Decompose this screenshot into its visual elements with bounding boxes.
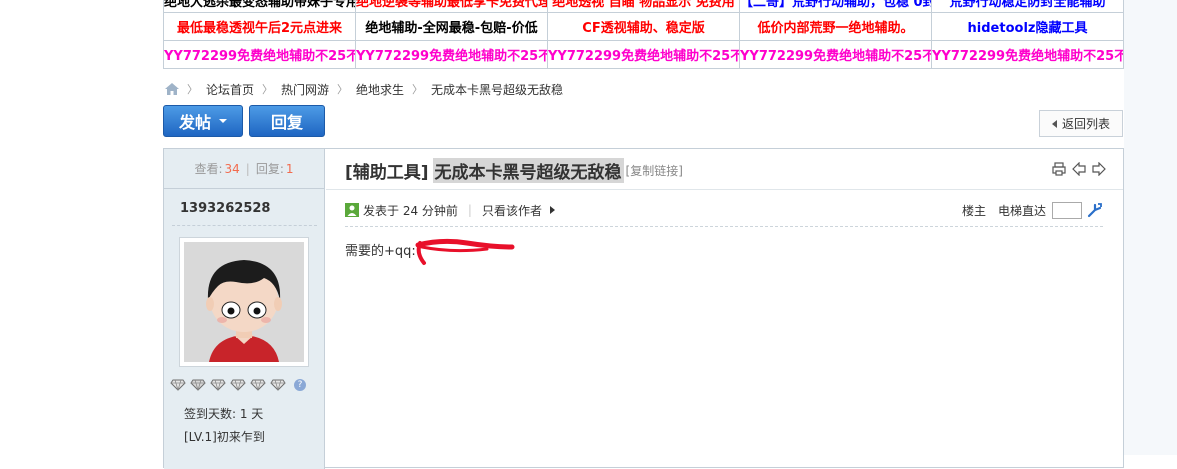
medal-row: ? [170, 379, 306, 391]
author-online-icon [345, 203, 359, 217]
views-count: 34 [224, 161, 240, 176]
ad-row: YY772299免费绝地辅助不25不封 YY772299免费绝地辅助不25不封 YY… [163, 40, 1124, 69]
redaction-scribble [415, 238, 515, 265]
avatar-image [184, 242, 304, 362]
author-sidebar: 查看: 34 | 回复: 1 1393262528 ? 签到天数: 1 天 [L… [164, 149, 325, 469]
thread-category[interactable]: [辅助工具] [345, 158, 429, 183]
replies-label: 回复: [255, 162, 284, 176]
copy-link-button[interactable]: [复制链接] [626, 162, 683, 179]
sidebar-divider [172, 225, 317, 226]
diamond-badge-icon[interactable] [190, 379, 206, 391]
title-divider [326, 189, 1123, 190]
breadcrumb-separator: 〉 [262, 83, 274, 96]
title-tools [1046, 162, 1106, 176]
previous-thread-icon[interactable] [1072, 162, 1086, 176]
diamond-badge-icon[interactable] [170, 379, 186, 391]
breadcrumb-separator: 〉 [337, 83, 349, 96]
ad-row: 最低最稳透视午后2元点进来 绝地辅助-全网最稳-包赔-价低 CF透视辅助、稳定版 低价… [163, 12, 1124, 41]
meta-divider: | [467, 203, 472, 217]
floor-tools: 楼主 电梯直达 [962, 200, 1103, 220]
ad-link[interactable]: YY772299免费绝地辅助不25不封 [547, 40, 740, 69]
breadcrumb: 〉 论坛首页 〉 热门网游 〉 绝地求生 〉 无成本卡黑号超级无敌稳 [165, 80, 563, 98]
ad-link[interactable]: 最低最稳透视午后2元点进来 [163, 12, 356, 41]
author-username[interactable]: 1393262528 [180, 201, 270, 216]
post-content: 需要的+qq: [345, 244, 416, 259]
breadcrumb-hot-games[interactable]: 热门网游 [281, 81, 329, 98]
back-to-list-button[interactable]: 返回列表 [1039, 110, 1123, 137]
sign-in-days: 签到天数: 1 天 [184, 407, 264, 421]
thread-title-row: [辅助工具] 无成本卡黑号超级无敌稳 [复制链接] [345, 157, 683, 183]
diamond-badge-icon[interactable] [250, 379, 266, 391]
ad-link[interactable]: 绝地透视 自瞄 物品显示 免费用 [547, 0, 740, 13]
stats-divider: | [245, 161, 250, 176]
breadcrumb-pubg[interactable]: 绝地求生 [356, 81, 404, 98]
ad-link[interactable]: hidetoolz隐藏工具 [931, 12, 1124, 41]
floor-number-input[interactable] [1052, 201, 1083, 219]
diamond-badge-icon[interactable] [210, 379, 226, 391]
breadcrumb-forum-home[interactable]: 论坛首页 [206, 81, 254, 98]
ad-link[interactable]: 低价内部荒野一绝地辅助。 [739, 12, 932, 41]
diamond-badge-icon[interactable] [270, 379, 286, 391]
reply-button[interactable]: 回复 [249, 105, 325, 137]
print-icon[interactable] [1052, 162, 1066, 176]
ad-link[interactable]: 绝地辅助-全网最稳-包赔-价低 [355, 12, 548, 41]
avatar-character-icon [184, 242, 304, 362]
user-level[interactable]: [LV.1]初来乍到 [184, 428, 265, 445]
ad-link[interactable]: 绝地逆袭等辅助最低享卡免费代理 [355, 0, 548, 13]
avatar[interactable] [179, 237, 309, 367]
posted-time: 发表于 24 分钟前 [363, 203, 458, 218]
views-label: 查看: [194, 162, 223, 176]
ad-row: 绝地大逃杀最变态辅助带妹子专用 绝地逆袭等辅助最低享卡免费代理 绝地透视 自瞄 物品… [163, 0, 1124, 13]
reply-label: 回复 [270, 113, 303, 132]
new-post-label: 发帖 [178, 113, 211, 132]
replies-count: 1 [285, 161, 294, 176]
arrow-left-icon [1051, 119, 1057, 128]
only-author-link[interactable]: 只看该作者 [482, 202, 542, 219]
ad-link[interactable]: 绝地大逃杀最变态辅助带妹子专用 [163, 0, 356, 13]
new-post-button[interactable]: 发帖 [163, 105, 243, 137]
breadcrumb-current-thread[interactable]: 无成本卡黑号超级无敌稳 [431, 81, 563, 98]
ad-link[interactable]: YY772299免费绝地辅助不25不封 [931, 40, 1124, 69]
post-divider [345, 226, 1103, 227]
floor-label: 楼主 [962, 203, 987, 218]
ad-link[interactable]: YY772299免费绝地辅助不25不封 [163, 40, 356, 69]
post-meta: 发表于 24 分钟前 | 只看该作者 [345, 200, 555, 220]
right-gutter [1124, 0, 1177, 455]
chevron-down-icon [219, 119, 227, 123]
home-icon[interactable] [165, 83, 179, 95]
caret-right-icon [549, 206, 555, 214]
diamond-badge-icon[interactable] [230, 379, 246, 391]
elevator-go-icon[interactable] [1087, 202, 1103, 218]
ad-link[interactable]: YY772299免费绝地辅助不25不封 [355, 40, 548, 69]
elevator-label: 电梯直达 [998, 203, 1047, 218]
ad-link[interactable]: YY772299免费绝地辅助不25不封 [739, 40, 932, 69]
next-thread-icon[interactable] [1092, 162, 1106, 176]
ad-link[interactable]: 荒野行动稳定防封全能辅助 [931, 0, 1124, 13]
thread-title: 无成本卡黑号超级无敌稳 [432, 157, 624, 183]
breadcrumb-separator: 〉 [187, 83, 198, 96]
thread-stats: 查看: 34 | 回复: 1 [164, 149, 324, 189]
back-to-list-label: 返回列表 [1061, 117, 1110, 131]
ad-table: 绝地大逃杀最变态辅助带妹子专用 绝地逆袭等辅助最低享卡免费代理 绝地透视 自瞄 物品… [163, 0, 1124, 69]
ad-link[interactable]: CF透视辅助、稳定版 [547, 12, 740, 41]
medal-help-icon[interactable]: ? [294, 379, 306, 391]
breadcrumb-separator: 〉 [412, 83, 424, 96]
ad-link[interactable]: 【二哥】荒野行动辅助，包稳 0封号 [739, 0, 932, 13]
